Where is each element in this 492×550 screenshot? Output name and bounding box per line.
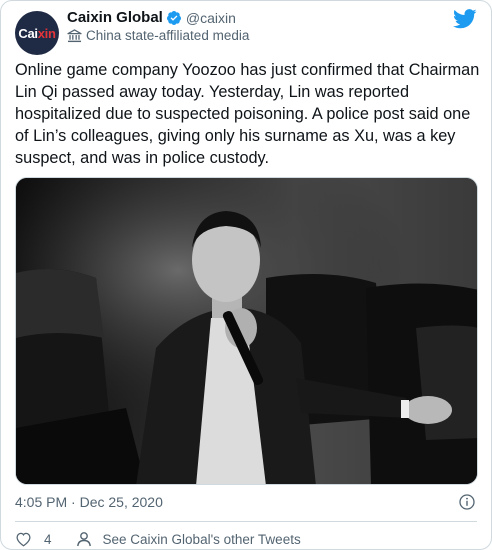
info-icon[interactable] <box>459 494 475 510</box>
tweet-photo[interactable] <box>15 177 478 485</box>
author-name-row: Caixin Global @caixin <box>67 9 236 26</box>
state-media-label[interactable]: China state-affiliated media <box>67 28 249 43</box>
twitter-bird-icon[interactable] <box>453 9 477 29</box>
avatar-text-a: Cai <box>18 25 38 41</box>
action-bar: 4 See Caixin Global's other Tweets <box>15 531 301 547</box>
other-tweets-link[interactable]: See Caixin Global's other Tweets <box>103 532 301 547</box>
timestamp[interactable]: 4:05 PM · Dec 25, 2020 <box>15 494 163 510</box>
state-label-text: China state-affiliated media <box>86 28 250 43</box>
display-name[interactable]: Caixin Global <box>67 9 163 26</box>
divider <box>15 521 477 522</box>
person-icon <box>76 532 91 547</box>
like-count: 4 <box>44 531 52 547</box>
state-media-flag-icon <box>67 28 82 42</box>
tweet-text: Online game company Yoozoo has just conf… <box>15 61 480 167</box>
heart-icon[interactable] <box>15 531 32 547</box>
avatar-text-b: xin <box>37 25 56 41</box>
avatar[interactable]: Cai xin <box>15 11 59 55</box>
tweet-card[interactable]: Cai xin Caixin Global @caixin China state… <box>0 0 492 550</box>
photo-image <box>16 178 477 484</box>
handle[interactable]: @caixin <box>186 10 236 26</box>
verified-badge-icon <box>166 10 181 25</box>
